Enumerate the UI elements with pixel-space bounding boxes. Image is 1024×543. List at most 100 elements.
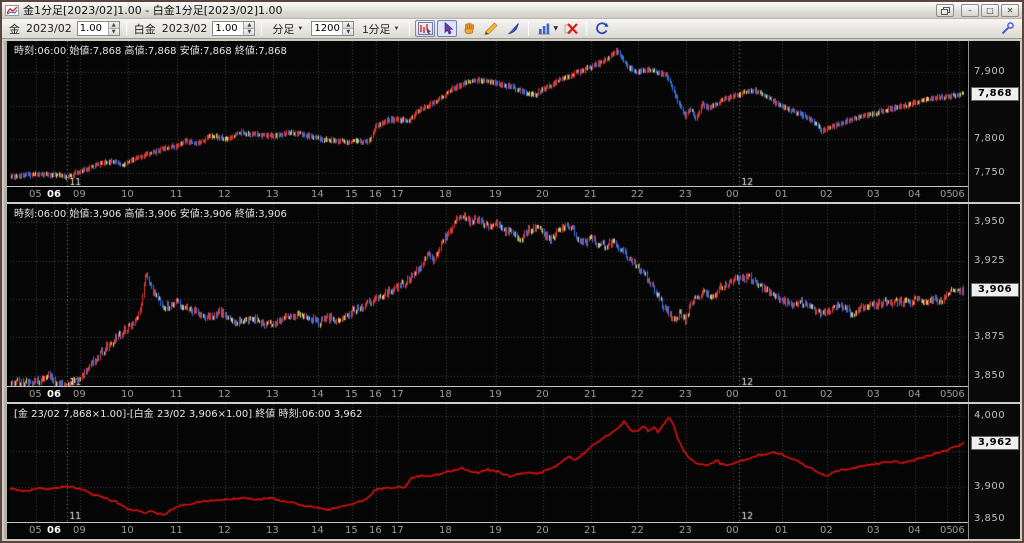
- price-axis-label: 7,800: [974, 133, 1005, 144]
- time-axis-label: 14: [311, 389, 324, 400]
- wrench-icon: [1001, 22, 1014, 35]
- time-axis-label: 04: [908, 189, 921, 200]
- refresh-icon: [595, 22, 609, 35]
- time-axis-label: 09: [73, 525, 86, 536]
- time-axis-label: 14: [311, 189, 324, 200]
- toolbar-separator: [586, 22, 587, 36]
- time-axis-label: 05: [940, 189, 953, 200]
- time-axis-label: 13: [266, 525, 279, 536]
- chart-cursor-mode-button[interactable]: [415, 20, 435, 37]
- chart-cursor-icon: [418, 22, 433, 35]
- chart-type-label: 分足: [272, 21, 294, 37]
- select-arrow-icon: [441, 22, 454, 35]
- time-axis-label: 02: [820, 525, 833, 536]
- time-axis-label: 10: [121, 525, 134, 536]
- time-axis-label: 13: [266, 189, 279, 200]
- maximize-button[interactable]: □: [981, 4, 999, 17]
- gold-last-price-badge: 7,868: [971, 87, 1019, 101]
- app-icon: [5, 5, 19, 16]
- close-button[interactable]: ✕: [1001, 4, 1019, 17]
- title-bar[interactable]: 金1分足[2023/02]1.00 - 白金1分足[2023/02]1.00 –…: [2, 2, 1022, 19]
- time-axis-label: 01: [775, 189, 788, 200]
- gold-multiplier-input[interactable]: [78, 22, 108, 35]
- time-axis-label: 22: [631, 389, 644, 400]
- spread-formula-info: [金 23/02 7,868×1.00]-[白金 23/02 3,906×1.0…: [14, 405, 362, 420]
- spread-price-axis: 3,962 4,0003,9003,850: [968, 404, 1020, 539]
- time-axis-label: 15: [345, 525, 358, 536]
- time-axis-label: 16: [369, 389, 382, 400]
- toolbar-separator: [528, 22, 529, 36]
- pan-hand-button[interactable]: [459, 20, 479, 37]
- time-axis-label: 21: [584, 389, 597, 400]
- price-axis-label: 3,950: [974, 216, 1005, 227]
- time-axis-label: 01: [775, 389, 788, 400]
- chevron-down-icon: ▼: [393, 26, 399, 32]
- time-axis-label: 04: [908, 525, 921, 536]
- time-axis-label: 19: [489, 189, 502, 200]
- draw-pen-button[interactable]: [503, 20, 523, 37]
- time-axis-label: 21: [584, 189, 597, 200]
- time-axis-label: 06: [952, 189, 965, 200]
- chart-style-caret[interactable]: ▼: [553, 25, 558, 32]
- spread-last-price-badge: 3,962: [971, 436, 1019, 450]
- chart-type-dropdown[interactable]: 分足 ▼: [268, 21, 307, 37]
- time-axis-label: 11: [170, 389, 183, 400]
- platinum-multiplier-spinner[interactable]: ▲▼: [212, 21, 255, 36]
- time-axis-label: 06: [47, 525, 61, 536]
- time-axis-label: 05: [29, 189, 42, 200]
- time-axis-label: 06: [952, 389, 965, 400]
- price-axis-label: 3,925: [974, 255, 1005, 266]
- gold-contract-label: 2023/02: [26, 22, 72, 35]
- time-axis-label: 03: [867, 525, 880, 536]
- time-axis-label: 06: [47, 189, 61, 200]
- spread-time-axis: 0506091011121314151617181920212223000102…: [7, 522, 968, 539]
- bar-count-input[interactable]: [312, 22, 342, 35]
- refresh-button[interactable]: [592, 20, 612, 37]
- draw-pencil-button[interactable]: [481, 20, 501, 37]
- bar-chart-icon: [537, 22, 551, 35]
- time-axis-label: 11: [170, 525, 183, 536]
- delete-chart-button[interactable]: [561, 20, 581, 37]
- spread-chart-panel: [金 23/02 7,868×1.00]-[白金 23/02 3,906×1.0…: [7, 404, 1020, 539]
- minimize-button[interactable]: –: [961, 4, 979, 17]
- time-axis-label: 20: [536, 189, 549, 200]
- time-axis-label: 05: [29, 525, 42, 536]
- spin-down-icon[interactable]: ▼: [342, 28, 353, 35]
- restore-panel-button[interactable]: [936, 4, 954, 17]
- time-axis-label: 01: [775, 525, 788, 536]
- spin-down-icon[interactable]: ▼: [243, 28, 254, 35]
- bar-count-spinner[interactable]: ▲▼: [311, 21, 354, 36]
- platinum-label: 白金: [134, 21, 156, 37]
- platinum-candlestick-chart[interactable]: [10, 204, 965, 388]
- spread-line-chart[interactable]: [10, 404, 965, 522]
- time-axis-label: 20: [536, 389, 549, 400]
- time-axis-label: 15: [345, 189, 358, 200]
- window-title: 金1分足[2023/02]1.00 - 白金1分足[2023/02]1.00: [23, 2, 934, 18]
- time-axis-label: 02: [820, 389, 833, 400]
- price-axis-label: 7,900: [974, 66, 1005, 77]
- time-axis-label: 17: [391, 189, 404, 200]
- spin-down-icon[interactable]: ▼: [108, 28, 119, 35]
- time-axis-label: 00: [726, 389, 739, 400]
- time-axis-label: 03: [867, 189, 880, 200]
- toolbar-separator: [409, 22, 410, 36]
- select-arrow-button[interactable]: [437, 20, 457, 37]
- time-axis-label: 18: [439, 189, 452, 200]
- platinum-multiplier-input[interactable]: [213, 22, 243, 35]
- time-axis-label: 16: [369, 525, 382, 536]
- gold-multiplier-spinner[interactable]: ▲▼: [77, 21, 120, 36]
- pen-icon: [506, 22, 520, 35]
- timeframe-dropdown[interactable]: 1分足 ▼: [358, 21, 403, 37]
- timeframe-label: 1分足: [362, 21, 390, 37]
- chart-style-button[interactable]: [534, 20, 554, 37]
- price-axis-label: 3,900: [974, 481, 1005, 492]
- time-axis-label: 00: [726, 189, 739, 200]
- time-axis-label: 06: [952, 525, 965, 536]
- time-axis-label: 14: [311, 525, 324, 536]
- time-axis-label: 17: [391, 389, 404, 400]
- time-axis-label: 16: [369, 189, 382, 200]
- time-axis-label: 23: [679, 389, 692, 400]
- settings-wrench-button[interactable]: [997, 20, 1017, 37]
- gold-candlestick-chart[interactable]: [10, 41, 965, 188]
- time-axis-label: 12: [218, 525, 231, 536]
